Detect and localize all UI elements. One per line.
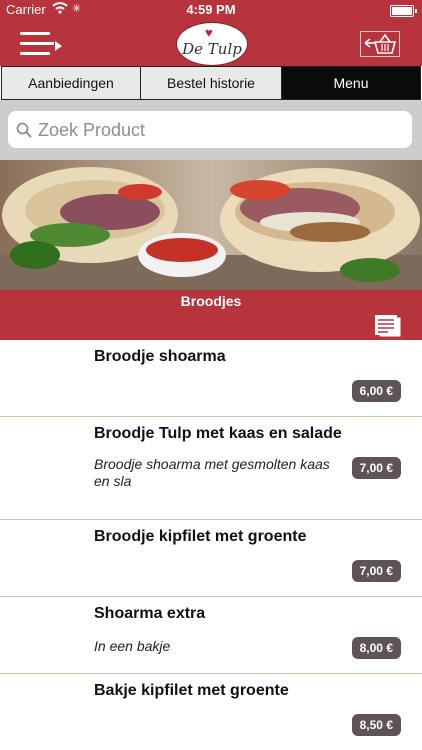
- tab-bar: Aanbiedingen Bestel historie Menu: [1, 66, 421, 100]
- product-description: In een bakje: [94, 638, 171, 654]
- status-bar: Carrier ✳ 4:59 PM: [0, 0, 422, 20]
- tulip-icon: ♥: [205, 25, 213, 40]
- cart-button[interactable]: [360, 31, 400, 57]
- menu-card-icon[interactable]: [374, 314, 402, 343]
- side-menu-button[interactable]: [20, 31, 62, 57]
- product-name: Broodje kipfilet met groente: [94, 528, 307, 545]
- product-name: Bakje kipfilet met groente: [94, 682, 289, 699]
- price-badge[interactable]: 8,00 €: [351, 637, 401, 659]
- price-badge[interactable]: 6,00 €: [351, 380, 401, 402]
- basket-icon: [364, 33, 397, 54]
- logo-text: De Tulp: [182, 40, 242, 58]
- price-badge[interactable]: 7,00 €: [351, 457, 401, 479]
- product-description: Broodje shoarma met gesmolten kaas en sl…: [94, 456, 330, 489]
- battery-icon: [390, 5, 417, 17]
- product-item[interactable]: Shoarma extra In een bakje 8,00 €: [0, 597, 422, 674]
- search-icon: [16, 122, 32, 143]
- arrow-right-icon: [55, 41, 62, 51]
- hamburger-arrow-icon: [20, 32, 50, 35]
- product-item[interactable]: Broodje shoarma 6,00 €: [0, 340, 422, 417]
- category-header: Broodjes: [0, 290, 422, 340]
- tab-menu[interactable]: Menu: [282, 67, 420, 99]
- price-badge[interactable]: 8,50 €: [351, 714, 401, 736]
- navbar: ♥ De Tulp: [0, 20, 422, 66]
- search-area: Zoek Product: [0, 100, 422, 160]
- product-list: Broodje shoarma 6,00 € Broodje Tulp met …: [0, 340, 422, 750]
- tab-bestel-historie[interactable]: Bestel historie: [141, 67, 282, 99]
- hamburger-line: [20, 42, 54, 45]
- category-banner-image: [0, 160, 422, 290]
- product-name: Shoarma extra: [94, 605, 206, 622]
- price-badge[interactable]: 7,00 €: [351, 560, 401, 582]
- hamburger-line: [20, 52, 50, 55]
- search-input[interactable]: Zoek Product: [8, 111, 412, 148]
- product-item[interactable]: Bakje kipfilet met groente 8,50 €: [0, 674, 422, 750]
- product-item[interactable]: Broodje kipfilet met groente 7,00 €: [0, 520, 422, 597]
- product-item[interactable]: Broodje Tulp met kaas en salade Broodje …: [0, 417, 422, 520]
- search-placeholder: Zoek Product: [38, 120, 146, 140]
- status-time: 4:59 PM: [186, 2, 236, 17]
- product-name: Broodje shoarma: [94, 348, 226, 365]
- tab-aanbiedingen[interactable]: Aanbiedingen: [2, 67, 141, 99]
- category-title: Broodjes: [180, 293, 242, 309]
- product-name: Broodje Tulp met kaas en salade: [94, 425, 342, 442]
- logo: ♥ De Tulp: [176, 22, 248, 66]
